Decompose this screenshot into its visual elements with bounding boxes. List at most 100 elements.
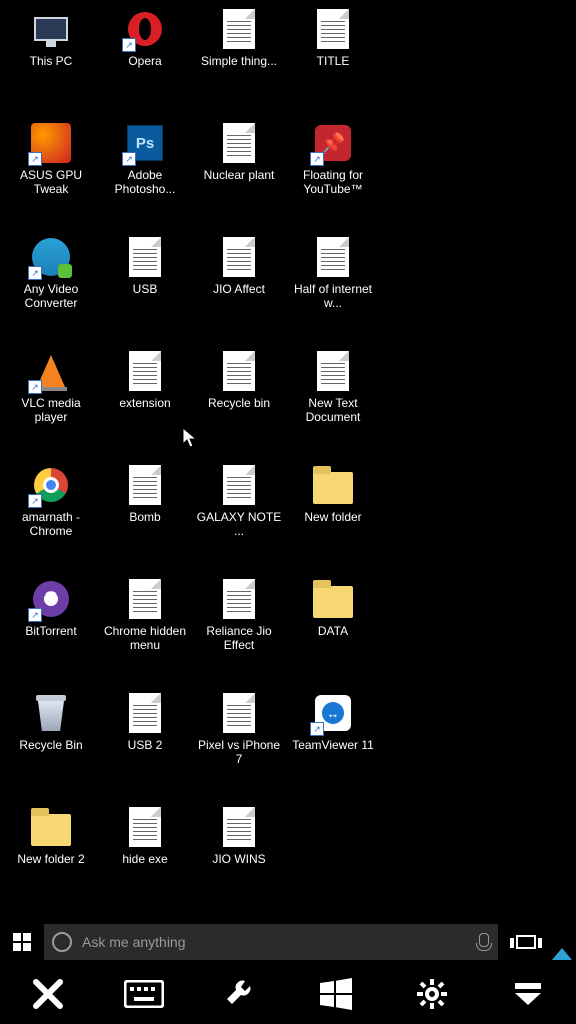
desktop-icon[interactable]: Reliance Jio Effect	[192, 578, 286, 678]
doc-icon	[218, 236, 260, 278]
cortana-icon	[52, 932, 72, 952]
desktop-icon[interactable]: ↗ ASUS GPU Tweak	[4, 122, 98, 222]
doc-icon	[312, 350, 354, 392]
icon-label: USB 2	[124, 738, 167, 752]
doc-icon	[124, 692, 166, 734]
icon-label: Any Video Converter	[4, 282, 98, 310]
tools-button[interactable]	[218, 972, 262, 1016]
icon-label: Chrome hidden menu	[98, 624, 192, 652]
desktop-icon[interactable]: DATA	[286, 578, 380, 678]
icon-label: extension	[115, 396, 174, 410]
icon-label: VLC media player	[4, 396, 98, 424]
desktop-icon[interactable]: ↗ Any Video Converter	[4, 236, 98, 336]
icon-label: Opera	[124, 54, 165, 68]
keyboard-button[interactable]	[122, 972, 166, 1016]
icon-label: Reliance Jio Effect	[192, 624, 286, 652]
desktop-icon[interactable]: 📌↗Floating for YouTube™	[286, 122, 380, 222]
avc-icon: ↗	[30, 236, 72, 278]
doc-icon	[312, 8, 354, 50]
desktop-icon[interactable]: ↗ amarnath - Chrome	[4, 464, 98, 564]
doc-icon	[218, 122, 260, 164]
desktop-icon[interactable]: Simple thing...	[192, 8, 286, 108]
doc-icon	[218, 8, 260, 50]
doc-icon	[124, 236, 166, 278]
task-view-button[interactable]	[504, 920, 548, 964]
desktop-icon[interactable]: USB	[98, 236, 192, 336]
doc-icon	[218, 578, 260, 620]
desktop-icon[interactable]: GALAXY NOTE ...	[192, 464, 286, 564]
desktop-icon[interactable]: extension	[98, 350, 192, 450]
desktop-icon[interactable]: hide exe	[98, 806, 192, 906]
desktop-icon[interactable]: Ps↗Adobe Photosho...	[98, 122, 192, 222]
desktop-icon[interactable]: JIO Affect	[192, 236, 286, 336]
desktop-icon[interactable]: ↗ VLC media player	[4, 350, 98, 450]
icon-label: DATA	[314, 624, 352, 638]
folder-icon	[30, 806, 72, 848]
folder-icon	[312, 578, 354, 620]
desktop-icon[interactable]: Pixel vs iPhone 7	[192, 692, 286, 792]
icon-label: JIO WINS	[208, 852, 269, 866]
search-box[interactable]: Ask me anything	[44, 924, 498, 960]
folder-icon	[312, 464, 354, 506]
taskbar: Ask me anything	[0, 920, 576, 964]
doc-icon	[124, 578, 166, 620]
close-button[interactable]	[26, 972, 70, 1016]
microphone-icon[interactable]	[476, 933, 490, 951]
icon-label: New Text Document	[286, 396, 380, 424]
desktop-icon[interactable]: Bomb	[98, 464, 192, 564]
icon-label: hide exe	[118, 852, 171, 866]
ps-icon: Ps↗	[124, 122, 166, 164]
teamviewer-icon: ↗	[312, 692, 354, 734]
desktop-icon[interactable]: ↗ Opera	[98, 8, 192, 108]
desktop-icon[interactable]: New folder	[286, 464, 380, 564]
desktop-icon[interactable]: JIO WINS	[192, 806, 286, 906]
recyclebin-icon	[30, 692, 72, 734]
desktop-icon[interactable]: New folder 2	[4, 806, 98, 906]
icon-label: Floating for YouTube™	[286, 168, 380, 196]
opera-icon: ↗	[124, 8, 166, 50]
desktop-icon[interactable]: Half of internet w...	[286, 236, 380, 336]
desktop-icon[interactable]: Recycle Bin	[4, 692, 98, 792]
icon-label: BitTorrent	[21, 624, 80, 638]
icon-label: Half of internet w...	[286, 282, 380, 310]
doc-icon	[124, 350, 166, 392]
vlc-icon: ↗	[30, 350, 72, 392]
icon-label: Simple thing...	[197, 54, 281, 68]
icon-label: Recycle bin	[204, 396, 274, 410]
icon-label: Nuclear plant	[200, 168, 279, 182]
desktop-icon[interactable]: ↗ TeamViewer 11	[286, 692, 380, 792]
desktop-icon[interactable]: This PC	[4, 8, 98, 108]
icon-label: ASUS GPU Tweak	[4, 168, 98, 196]
desktop-icon[interactable]: Chrome hidden menu	[98, 578, 192, 678]
doc-icon	[218, 806, 260, 848]
doc-icon	[218, 464, 260, 506]
dropdown-button[interactable]	[506, 972, 550, 1016]
action-bar	[0, 964, 576, 1024]
icon-label: USB	[129, 282, 162, 296]
icon-label: GALAXY NOTE ...	[192, 510, 286, 538]
desktop-icon[interactable]: ↗ BitTorrent	[4, 578, 98, 678]
icon-label: Bomb	[125, 510, 164, 524]
settings-button[interactable]	[410, 972, 454, 1016]
asus-icon: ↗	[30, 122, 72, 164]
icon-label: amarnath - Chrome	[4, 510, 98, 538]
icon-label: New folder	[300, 510, 365, 524]
start-button[interactable]	[0, 920, 44, 964]
doc-icon	[124, 806, 166, 848]
doc-icon	[218, 350, 260, 392]
icon-label: Recycle Bin	[15, 738, 86, 752]
desktop-icon[interactable]: Recycle bin	[192, 350, 286, 450]
icon-label: New folder 2	[13, 852, 88, 866]
doc-icon	[312, 236, 354, 278]
bittorrent-icon: ↗	[30, 578, 72, 620]
icon-label: TITLE	[313, 54, 354, 68]
chrome-icon: ↗	[30, 464, 72, 506]
desktop-icon[interactable]: Nuclear plant	[192, 122, 286, 222]
desktop-icon[interactable]: USB 2	[98, 692, 192, 792]
desktop[interactable]: This PC ↗ Opera Simple thing... TITLE ↗ ASUS G…	[0, 0, 576, 920]
desktop-icon[interactable]: New Text Document	[286, 350, 380, 450]
windows-button[interactable]	[314, 972, 358, 1016]
doc-icon	[218, 692, 260, 734]
desktop-icon[interactable]: TITLE	[286, 8, 380, 108]
icon-label: TeamViewer 11	[288, 738, 378, 752]
